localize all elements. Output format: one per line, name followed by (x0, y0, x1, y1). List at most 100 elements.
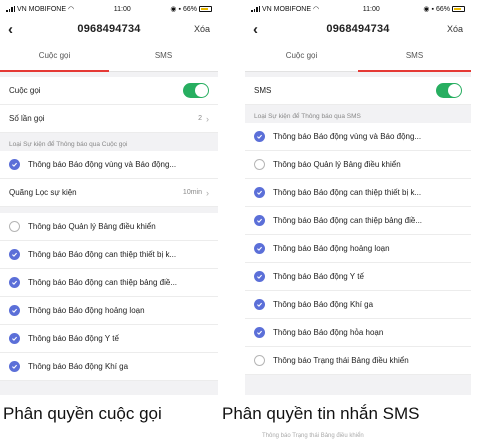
signal-group: VN MOBIFONE ◠ (6, 5, 74, 13)
list-item[interactable]: Thông báo Báo động vùng và Báo động... (0, 151, 218, 179)
tab-call[interactable]: Cuộc gọi (245, 40, 358, 71)
unchecked-circle-icon[interactable] (254, 355, 265, 366)
tab-call[interactable]: Cuộc gọi (0, 40, 109, 72)
call-toggle-switch[interactable] (183, 83, 209, 98)
check-icon[interactable] (9, 249, 20, 260)
interval-row[interactable]: Quãng Lọc sự kiện 10min › (0, 179, 218, 207)
call-count-label: Số lần gọi (9, 114, 45, 123)
list-item[interactable]: Thông báo Báo động Y tế (0, 325, 218, 353)
list-item[interactable]: Thông báo Quản lý Bảng điều khiển (0, 213, 218, 241)
signal-group: VN MOBIFONE ◠ (251, 5, 319, 13)
list-item-label: Thông báo Quản lý Bảng điều khiển (273, 160, 401, 169)
signal-icon (251, 6, 260, 12)
battery-percent: 66% (182, 5, 197, 13)
tab-bar: Cuộc gọi SMS (0, 40, 218, 72)
carrier-label: VN MOBIFONE (262, 5, 312, 13)
caption-call-permissions: Phân quyền cuộc gọi (3, 404, 162, 423)
list-item[interactable]: Thông báo Báo động hoảng loạn (0, 297, 218, 325)
check-icon[interactable] (9, 277, 20, 288)
status-right: ◉ ▪ 66% (170, 5, 212, 13)
interval-value: 10min (182, 189, 202, 196)
status-bar: VN MOBIFONE ◠ 11:00 ◉ ▪ 66% (0, 0, 218, 18)
clock: 11:00 (113, 5, 131, 13)
delete-button[interactable]: Xóa (180, 24, 210, 34)
list-item[interactable]: Thông báo Báo động Khí ga (245, 291, 471, 319)
list-item[interactable]: Thông báo Báo động Y tế (245, 263, 471, 291)
list-item-label: Thông báo Báo động hỏa hoạn (273, 328, 384, 337)
check-icon[interactable] (9, 159, 20, 170)
section-header: Loại Sự kiện để Thông báo qua SMS (254, 113, 361, 120)
sms-toggle-switch[interactable] (436, 83, 462, 98)
list-item[interactable]: Thông báo Quản lý Bảng điều khiển (245, 151, 471, 179)
alarm-icon: ▪ (178, 5, 181, 13)
list-item-label: Thông báo Báo động can thiệp bảng điề... (28, 278, 178, 287)
signal-icon (6, 6, 15, 12)
list-item-label: Thông báo Báo động Y tế (273, 272, 364, 281)
back-arrow-icon[interactable]: ‹ (8, 22, 38, 37)
check-icon[interactable] (9, 361, 20, 372)
status-right: ◉ ▪ 66% (423, 5, 465, 13)
location-icon: ◉ (423, 6, 430, 13)
wifi-icon: ◠ (68, 6, 75, 13)
caption-sms-permissions: Phân quyền tin nhắn SMS (222, 404, 420, 423)
check-icon[interactable] (254, 215, 265, 226)
list-item-label: Thông báo Báo động vùng và Báo động... (28, 160, 177, 169)
right-event-list: Thông báo Báo động vùng và Báo động... Th… (245, 123, 471, 375)
reflection-text: Thông báo Trạng thái Bảng điều khiển (262, 433, 364, 439)
list-item-label: Thông báo Báo động Khí ga (28, 362, 129, 371)
interval-label: Quãng Lọc sự kiện (9, 188, 77, 197)
check-icon[interactable] (254, 243, 265, 254)
sms-toggle-label: SMS (254, 86, 272, 95)
call-count-row[interactable]: Số lần gọi 2 › (0, 105, 218, 133)
call-toggle-label: Cuộc gọi (9, 86, 41, 95)
check-icon[interactable] (254, 131, 265, 142)
location-icon: ◉ (170, 6, 177, 13)
back-arrow-icon[interactable]: ‹ (253, 22, 283, 37)
list-item-label: Thông báo Báo động Khí ga (273, 300, 374, 309)
chevron-right-icon: › (206, 187, 209, 198)
list-item[interactable]: Thông báo Báo động can thiệp bảng điề... (0, 269, 218, 297)
right-phone-screen: VN MOBIFONE ◠ 11:00 ◉ ▪ 66% ‹ 0968494734… (245, 0, 471, 395)
check-icon[interactable] (254, 187, 265, 198)
left-phone-screen: VN MOBIFONE ◠ 11:00 ◉ ▪ 66% ‹ 0968494734… (0, 0, 218, 395)
battery-percent: 66% (435, 5, 450, 13)
unchecked-circle-icon[interactable] (9, 221, 20, 232)
list-item[interactable]: Thông báo Trạng thái Bảng điều khiển (245, 347, 471, 375)
left-event-list: Thông báo Quản lý Bảng điều khiển Thông b… (0, 213, 218, 381)
chevron-right-icon: › (206, 113, 209, 124)
list-item[interactable]: Thông báo Báo động can thiệp bảng điề... (245, 207, 471, 235)
page-title: 0968494734 (326, 23, 390, 35)
nav-bar: ‹ 0968494734 Xóa (0, 18, 218, 40)
check-icon[interactable] (254, 327, 265, 338)
list-item-label: Thông báo Báo động Y tế (28, 334, 119, 343)
list-item-label: Thông báo Báo động can thiệp bảng điề... (273, 216, 423, 225)
tab-sms[interactable]: SMS (358, 40, 471, 72)
list-item[interactable]: Thông báo Báo động Khí ga (0, 353, 218, 381)
list-item-label: Thông báo Báo động can thiệp thiết bị k.… (273, 188, 422, 197)
list-item-label: Thông báo Quản lý Bảng điều khiển (28, 222, 156, 231)
delete-button[interactable]: Xóa (433, 24, 463, 34)
nav-bar: ‹ 0968494734 Xóa (245, 18, 471, 40)
unchecked-circle-icon[interactable] (254, 159, 265, 170)
check-icon[interactable] (9, 333, 20, 344)
section-header: Loại Sự kiện để Thông báo qua Cuộc gọi (9, 141, 128, 148)
list-item[interactable]: Thông báo Báo động can thiệp thiết bị k.… (0, 241, 218, 269)
tab-sms[interactable]: SMS (109, 40, 218, 71)
list-item[interactable]: Thông báo Báo động can thiệp thiết bị k.… (245, 179, 471, 207)
tab-bar: Cuộc gọi SMS (245, 40, 471, 72)
list-item-label: Thông báo Báo động can thiệp thiết bị k.… (28, 250, 177, 259)
carrier-label: VN MOBIFONE (17, 5, 67, 13)
list-item[interactable]: Thông báo Báo động hoảng loạn (245, 235, 471, 263)
wifi-icon: ◠ (313, 6, 320, 13)
check-icon[interactable] (254, 271, 265, 282)
list-item[interactable]: Thông báo Báo động vùng và Báo động... (245, 123, 471, 151)
call-count-value: 2 (198, 115, 202, 122)
check-icon[interactable] (9, 305, 20, 316)
list-item-label: Thông báo Báo động vùng và Báo động... (273, 132, 422, 141)
sms-toggle-row: SMS (245, 77, 471, 105)
check-icon[interactable] (254, 299, 265, 310)
list-item-label: Thông báo Báo động hoảng loạn (273, 244, 390, 253)
battery-icon (451, 6, 465, 12)
list-item[interactable]: Thông báo Báo động hỏa hoạn (245, 319, 471, 347)
battery-icon (198, 6, 212, 12)
